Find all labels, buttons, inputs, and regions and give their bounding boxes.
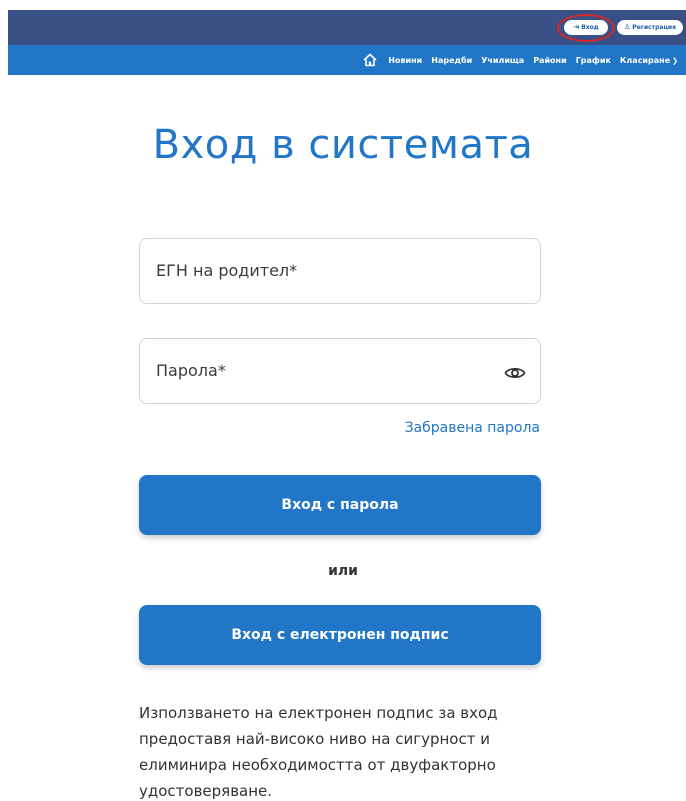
nav-item-regulations[interactable]: Наредби <box>431 56 472 65</box>
eye-icon[interactable] <box>504 365 526 381</box>
password-placeholder: Парола* <box>156 361 226 380</box>
nav-item-news[interactable]: Новини <box>388 56 422 65</box>
chevron-down-icon: ❯ <box>672 56 678 65</box>
register-button-label: Регистрация <box>632 24 676 31</box>
login-esign-button[interactable]: Вход с електронен подпис <box>139 605 541 665</box>
nav-item-districts[interactable]: Райони <box>533 56 567 65</box>
login-password-button[interactable]: Вход с парола <box>139 475 541 535</box>
user-icon: ♙ <box>624 23 631 31</box>
nav-item-schedule[interactable]: График <box>576 56 611 65</box>
nav-item-ranking-label: Класиране <box>619 55 671 65</box>
highlight-ring <box>557 14 615 42</box>
egn-field[interactable]: ЕГН на родител* <box>139 238 541 304</box>
nav-menu: Новини Наредби Училища Райони График Кла… <box>363 45 678 75</box>
register-button[interactable]: ♙ Регистрация <box>617 20 683 35</box>
egn-placeholder: ЕГН на родител* <box>156 261 298 280</box>
nav-item-ranking[interactable]: Класиране ❯ <box>620 56 678 65</box>
esign-note: Използването на електронен подпис за вхо… <box>139 704 498 800</box>
nav-item-schools[interactable]: Училища <box>481 56 524 65</box>
main-navbar: Новини Наредби Училища Райони График Кла… <box>8 45 686 75</box>
home-icon[interactable] <box>363 53 377 67</box>
page-title: Вход в системата <box>152 122 534 168</box>
top-bar: ⇥ Вход ♙ Регистрация <box>8 10 686 45</box>
or-divider: или <box>328 563 358 579</box>
password-field[interactable]: Парола* <box>139 338 541 404</box>
forgot-password-link[interactable]: Забравена парола <box>405 420 540 436</box>
